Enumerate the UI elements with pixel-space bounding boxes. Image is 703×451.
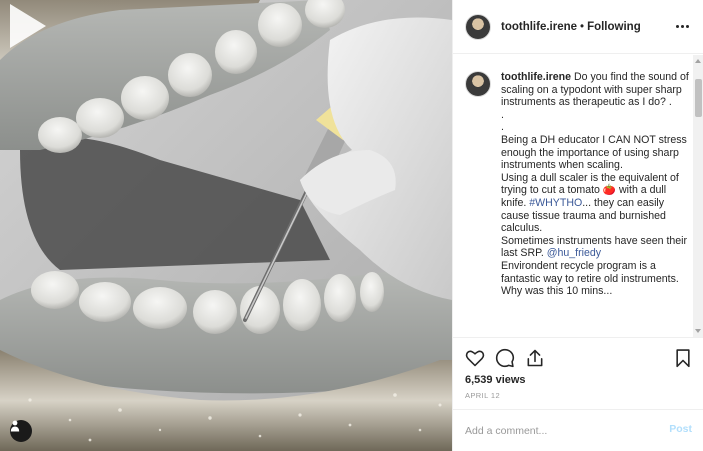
scrollbar-thumb[interactable] [695, 79, 702, 117]
caption-line: Why was this 10 mins... [501, 285, 613, 298]
following-button[interactable]: Following [587, 21, 641, 33]
separator-dot: • [580, 20, 585, 33]
caption-avatar[interactable] [465, 71, 491, 97]
bookmark-icon[interactable] [673, 348, 693, 368]
heart-icon[interactable] [465, 348, 485, 368]
caption-scrollbar[interactable] [693, 55, 703, 337]
action-bar [453, 337, 703, 377]
caption-text: toothlife.irene Do you find the sound of… [501, 71, 689, 298]
caption-area[interactable]: toothlife.irene Do you find the sound of… [453, 55, 703, 337]
hashtag-link[interactable]: #WHYTHO [529, 197, 582, 209]
comment-icon[interactable] [495, 348, 515, 368]
video-player[interactable] [0, 0, 452, 451]
post-side-panel: toothlife.irene • Following toothlife.ir… [452, 0, 703, 451]
caption-line: Being a DH educator I CAN NOT stress eno… [501, 133, 690, 172]
header-username[interactable]: toothlife.irene [501, 21, 577, 33]
scroll-up-arrow-icon[interactable] [695, 59, 701, 63]
typodont-video-frame [0, 0, 452, 451]
post-date[interactable]: APRIL 12 [465, 391, 500, 400]
person-icon [10, 420, 20, 432]
view-count[interactable]: 6,539 views [465, 374, 526, 386]
caption-line: . [501, 121, 504, 134]
caption-username[interactable]: toothlife.irene [501, 71, 571, 83]
post-button[interactable]: Post [669, 423, 692, 435]
avatar[interactable] [465, 13, 491, 40]
more-options-icon[interactable] [672, 16, 692, 36]
caption-line: . [501, 108, 504, 121]
comment-bar: Post [453, 409, 703, 451]
audio-icon[interactable] [10, 420, 32, 442]
mention-link[interactable]: @hu_friedy [547, 247, 601, 259]
post-header: toothlife.irene • Following [453, 0, 703, 54]
comment-input[interactable] [465, 422, 655, 440]
share-icon[interactable] [525, 348, 545, 368]
scroll-down-arrow-icon[interactable] [695, 329, 701, 333]
play-icon[interactable] [0, 0, 52, 52]
caption-line: Environdent recycle program is a fantast… [501, 259, 679, 285]
